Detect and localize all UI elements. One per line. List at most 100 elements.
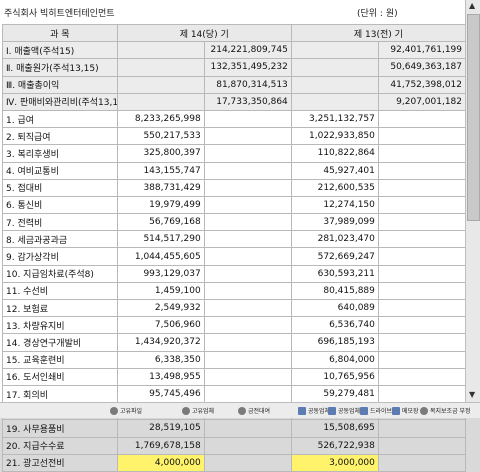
current-total-cell (203, 367, 292, 386)
current-detail-cell: 550,217,533 (116, 127, 205, 146)
company-name: 주식회사 빅히트엔터테인먼트 (4, 9, 115, 19)
taskbar-item-4[interactable]: 공동업체 (298, 406, 330, 415)
table-row: 6. 통신비 19,979,499 12,274,150 (2, 195, 467, 215)
current-detail-cell: 1,769,678,158 (116, 436, 205, 455)
table-row: 7. 전력비 56,769,168 37,989,099 (2, 213, 467, 232)
current-total-cell (203, 453, 292, 472)
current-total-cell: 81,870,314,513 (203, 75, 292, 94)
table-row: 3. 복리후생비 325,800,397 110,822,864 (2, 144, 467, 163)
row-label: 11. 수선비 (2, 281, 118, 301)
current-total-cell (203, 213, 292, 232)
current-total-cell: 214,221,809,745 (203, 41, 292, 60)
taskbar-item-6[interactable]: 드라이브 (360, 406, 392, 415)
previous-detail-cell: 640,089 (290, 298, 379, 318)
app-icon (238, 406, 246, 415)
previous-detail-cell: 59,279,481 (290, 384, 379, 404)
current-detail-cell: 993,129,037 (116, 264, 205, 283)
app-icon (110, 406, 118, 415)
current-total-cell (203, 350, 292, 369)
current-total-cell (203, 298, 292, 318)
table-row: 16. 도서인쇄비 13,498,955 10,765,956 (2, 367, 467, 386)
row-label: 7. 전력비 (2, 213, 118, 232)
previous-detail-cell: 10,765,956 (290, 367, 379, 386)
table-row: Ⅳ. 판매비와관리비(주석13,15) 17,733,350,864 9,207,0… (2, 92, 467, 111)
previous-detail-cell: 3,251,132,757 (290, 109, 379, 129)
app-icon (420, 406, 428, 415)
current-detail-cell: 13,498,955 (116, 367, 205, 386)
previous-total-cell (377, 419, 467, 438)
row-label: 13. 차량유지비 (2, 316, 118, 335)
current-detail-cell: 8,233,265,998 (116, 109, 205, 129)
previous-detail-cell (290, 58, 379, 77)
previous-detail-cell: 6,804,000 (290, 350, 379, 369)
table-row: 1. 급여 8,233,265,998 3,251,132,757 (2, 109, 467, 129)
previous-detail-cell (290, 41, 379, 60)
current-detail-cell: 1,459,100 (116, 281, 205, 301)
row-label: 4. 여비교통비 (2, 161, 118, 180)
document-window: 주식회사 빅히트엔터테인먼트 (단위 : 원) 과 목 제 14(당) 기 제 … (0, 0, 480, 472)
taskbar-item-1[interactable]: 고유파일 (110, 406, 142, 415)
previous-total-cell (377, 247, 467, 266)
taskbar-item-2[interactable]: 고유업체 (182, 406, 214, 415)
current-detail-cell: 325,800,397 (116, 144, 205, 163)
previous-detail-cell: 526,722,938 (290, 436, 379, 455)
table-row: 20. 지급수수료 1,769,678,158 526,722,938 (2, 436, 467, 455)
current-total-cell (203, 384, 292, 404)
current-total-cell (203, 316, 292, 335)
table-row: 2. 퇴직급여 550,217,533 1,022,933,850 (2, 127, 467, 146)
current-total-cell (203, 419, 292, 438)
current-total-cell (203, 178, 292, 197)
app-icon (360, 406, 368, 415)
previous-detail-cell: 281,023,470 (290, 230, 379, 249)
current-detail-cell: 388,731,429 (116, 178, 205, 197)
report-header: 주식회사 빅히트엔터테인먼트 (단위 : 원) (0, 0, 470, 22)
column-header-current: 제 14(당) 기 (116, 23, 292, 43)
current-total-cell (203, 264, 292, 283)
previous-total-cell (377, 213, 467, 232)
previous-detail-cell: 110,822,864 (290, 144, 379, 163)
current-total-cell (203, 281, 292, 301)
taskbar-item-8[interactable]: 복지보조금 부정 (420, 406, 471, 415)
row-label: Ⅱ. 매출원가(주석13,15) (2, 58, 118, 77)
scroll-up-icon[interactable]: ▲ (469, 2, 477, 10)
previous-total-cell (377, 230, 467, 249)
previous-detail-cell: 80,415,889 (290, 281, 379, 301)
row-label: 14. 경상연구개발비 (2, 333, 118, 352)
previous-total-cell (377, 195, 467, 215)
app-icon (298, 406, 306, 415)
previous-detail-cell: 696,185,193 (290, 333, 379, 352)
taskbar-item-7[interactable]: 메모장 (392, 406, 419, 415)
row-label: 6. 통신비 (2, 195, 118, 215)
taskbar-item-5[interactable]: 공동업체 (328, 406, 360, 415)
row-label: 2. 퇴직급여 (2, 127, 118, 146)
previous-detail-cell: 572,669,247 (290, 247, 379, 266)
previous-total-cell (377, 298, 467, 318)
previous-detail-cell: 1,022,933,850 (290, 127, 379, 146)
current-detail-cell (116, 58, 205, 77)
scroll-down-icon[interactable]: ▼ (469, 391, 477, 399)
row-label: 17. 회의비 (2, 384, 118, 404)
current-detail-cell: 28,519,105 (116, 419, 205, 438)
previous-detail-cell: 12,274,150 (290, 195, 379, 215)
current-detail-cell: 56,769,168 (116, 213, 205, 232)
previous-detail-cell: 45,927,401 (290, 161, 379, 180)
previous-total-cell (377, 350, 467, 369)
current-detail-cell (116, 41, 205, 60)
scrollbar-thumb[interactable] (467, 14, 480, 221)
table-row: 5. 접대비 388,731,429 212,600,535 (2, 178, 467, 197)
row-label: 1. 급여 (2, 109, 118, 129)
previous-total-cell (377, 316, 467, 335)
previous-total-cell (377, 384, 467, 404)
unit-label: (단위 : 원) (357, 9, 398, 19)
row-label: 3. 복리후생비 (2, 144, 118, 163)
current-total-cell: 132,351,495,232 (203, 58, 292, 77)
current-total-cell (203, 230, 292, 249)
row-label: 8. 세금과공과금 (2, 230, 118, 249)
current-total-cell (203, 195, 292, 215)
vertical-scrollbar[interactable]: ▲ ▼ (465, 0, 480, 402)
table-row: Ⅲ. 매출총이익 81,870,314,513 41,752,398,012 (2, 75, 467, 94)
row-label: 19. 사무용품비 (2, 419, 118, 438)
taskbar-item-3[interactable]: 금전대여 (238, 406, 270, 415)
previous-detail-cell (290, 92, 379, 111)
table-row: 21. 광고선전비 4,000,000 3,000,000 (2, 453, 467, 472)
